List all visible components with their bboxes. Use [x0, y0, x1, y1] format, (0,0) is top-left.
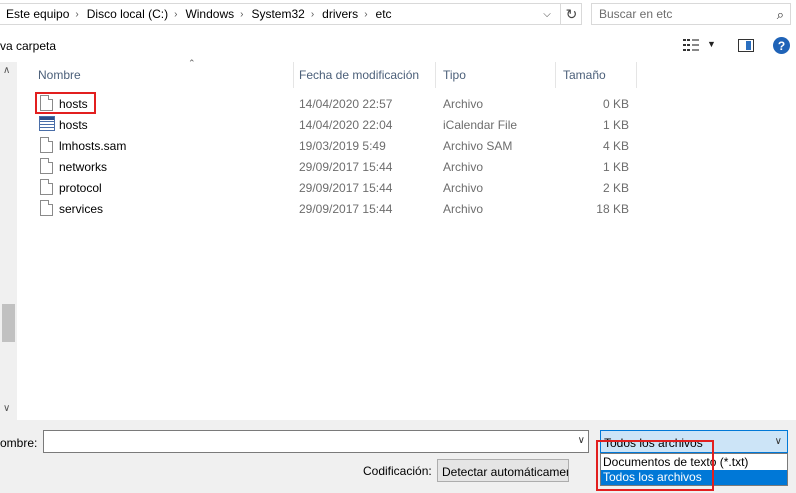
file-list: ∧ ∨ ⌃ Nombre Fecha de modificación Tipo …: [0, 58, 796, 420]
breadcrumb-windows[interactable]: Windows: [179, 7, 238, 21]
document-icon: [40, 200, 53, 216]
column-header-size[interactable]: Tamaño: [555, 62, 637, 88]
table-row[interactable]: lmhosts.sam 19/03/2019 5:49 Archivo SAM …: [30, 135, 640, 156]
document-icon: [40, 179, 53, 195]
encoding-label: Codificación:: [363, 464, 432, 478]
file-date: 29/09/2017 15:44: [299, 160, 393, 174]
chevron-right-icon[interactable]: ›: [172, 9, 179, 20]
toolbar: va carpeta ▼ ?: [0, 30, 796, 62]
encoding-select[interactable]: Detectar automáticamente: [437, 459, 569, 482]
new-folder-button[interactable]: va carpeta: [0, 39, 56, 53]
file-name: services: [59, 202, 104, 216]
file-date: 14/04/2020 22:04: [299, 118, 393, 132]
scrollbar-thumb[interactable]: [2, 304, 15, 342]
column-header-date[interactable]: Fecha de modificación: [291, 62, 436, 88]
preview-pane-icon[interactable]: [738, 39, 754, 52]
file-type: Archivo: [443, 181, 484, 195]
breadcrumb-system32[interactable]: System32: [245, 7, 308, 21]
chevron-right-icon[interactable]: ›: [73, 9, 80, 20]
breadcrumb-drivers[interactable]: drivers: [316, 7, 362, 21]
file-date: 14/04/2020 22:57: [299, 97, 393, 111]
address-history-dropdown[interactable]: ⌵: [536, 3, 558, 25]
refresh-icon[interactable]: ↻: [560, 3, 582, 25]
chevron-down-icon[interactable]: ∨: [578, 435, 585, 446]
address-bar[interactable]: Este equipo › Disco local (C:) › Windows…: [0, 3, 582, 25]
table-row[interactable]: hosts 14/04/2020 22:04 iCalendar File 1 …: [30, 114, 640, 135]
search-icon[interactable]: ⌕: [777, 7, 784, 23]
file-name-label: ombre:: [0, 436, 38, 450]
chevron-right-icon[interactable]: ›: [238, 9, 245, 20]
bottom-panel: ombre: ∨ Todos los archivos ∨ Codificaci…: [0, 420, 796, 493]
column-header-name[interactable]: Nombre: [30, 62, 294, 88]
file-size: 1 KB: [602, 118, 629, 132]
column-headers: ⌃ Nombre Fecha de modificación Tipo Tama…: [30, 58, 640, 88]
address-row: Este equipo › Disco local (C:) › Windows…: [0, 0, 796, 30]
file-name: networks: [59, 160, 108, 174]
file-type: Archivo: [443, 160, 484, 174]
table-row[interactable]: services 29/09/2017 15:44 Archivo 18 KB: [30, 198, 640, 219]
highlight-box-all-files: [596, 440, 714, 491]
table-row[interactable]: hosts 14/04/2020 22:57 Archivo 0 KB: [30, 93, 640, 114]
file-type: Archivo SAM: [443, 139, 513, 153]
table-row[interactable]: protocol 29/09/2017 15:44 Archivo 2 KB: [30, 177, 640, 198]
document-icon: [40, 137, 53, 153]
file-size: 0 KB: [602, 97, 629, 111]
file-type: iCalendar File: [443, 118, 518, 132]
chevron-down-icon[interactable]: ∨: [775, 436, 782, 447]
file-size: 18 KB: [596, 202, 629, 216]
file-size: 4 KB: [602, 139, 629, 153]
view-options-icon[interactable]: [683, 38, 699, 52]
breadcrumb-disco-local[interactable]: Disco local (C:): [81, 7, 172, 21]
chevron-right-icon[interactable]: ›: [362, 9, 369, 20]
calendar-file-icon: [39, 116, 55, 131]
search-placeholder: Buscar en etc: [599, 7, 673, 21]
breadcrumb-este-equipo[interactable]: Este equipo: [0, 7, 73, 21]
file-name: hosts: [59, 118, 88, 132]
view-dropdown-icon[interactable]: ▼: [707, 39, 716, 49]
column-header-type[interactable]: Tipo: [435, 62, 556, 88]
file-name: lmhosts.sam: [59, 139, 127, 153]
breadcrumb-etc[interactable]: etc: [370, 7, 396, 21]
encoding-value: Detectar automáticamente: [442, 465, 569, 479]
document-icon: [40, 158, 53, 174]
table-row[interactable]: networks 29/09/2017 15:44 Archivo 1 KB: [30, 156, 640, 177]
file-type: Archivo: [443, 97, 484, 111]
file-date: 29/09/2017 15:44: [299, 202, 393, 216]
file-date: 29/09/2017 15:44: [299, 181, 393, 195]
file-date: 19/03/2019 5:49: [299, 139, 386, 153]
file-size: 2 KB: [602, 181, 629, 195]
help-icon[interactable]: ?: [773, 37, 790, 54]
search-input[interactable]: Buscar en etc ⌕: [591, 3, 791, 25]
scroll-down-icon[interactable]: ∨: [3, 403, 10, 414]
scroll-up-icon[interactable]: ∧: [3, 65, 10, 76]
file-name-input[interactable]: ∨: [43, 430, 589, 453]
file-type: Archivo: [443, 202, 484, 216]
vertical-scrollbar[interactable]: ∧ ∨: [0, 62, 17, 420]
chevron-right-icon[interactable]: ›: [309, 9, 316, 20]
highlight-box-hosts: [35, 92, 96, 114]
file-name: protocol: [59, 181, 102, 195]
file-size: 1 KB: [602, 160, 629, 174]
